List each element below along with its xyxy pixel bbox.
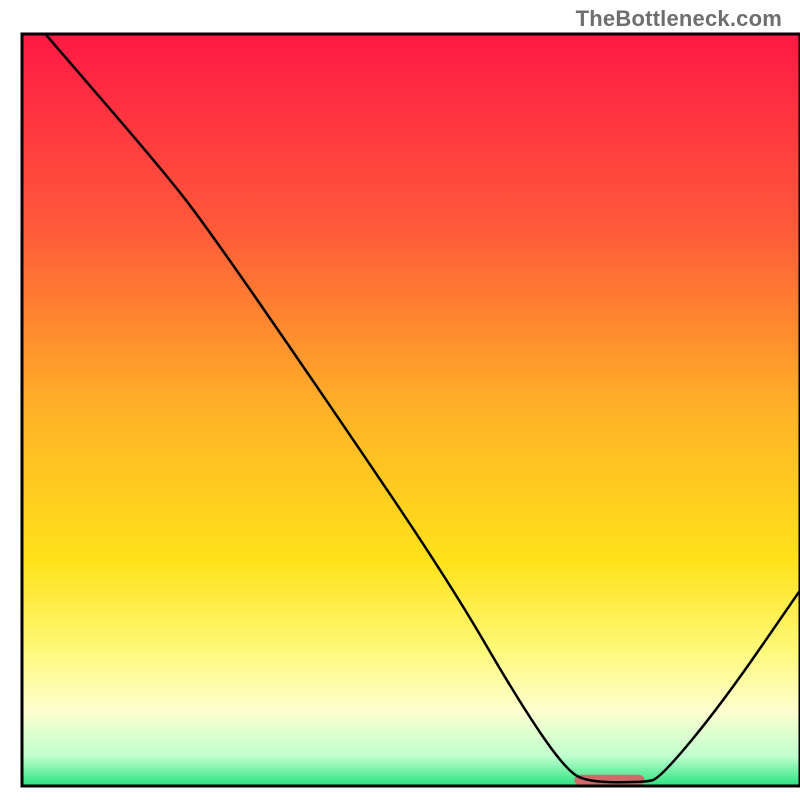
watermark-text: TheBottleneck.com <box>576 6 782 32</box>
plot-area <box>22 34 800 786</box>
bottleneck-chart <box>0 0 800 800</box>
chart-container: TheBottleneck.com <box>0 0 800 800</box>
plot-background <box>22 34 800 786</box>
